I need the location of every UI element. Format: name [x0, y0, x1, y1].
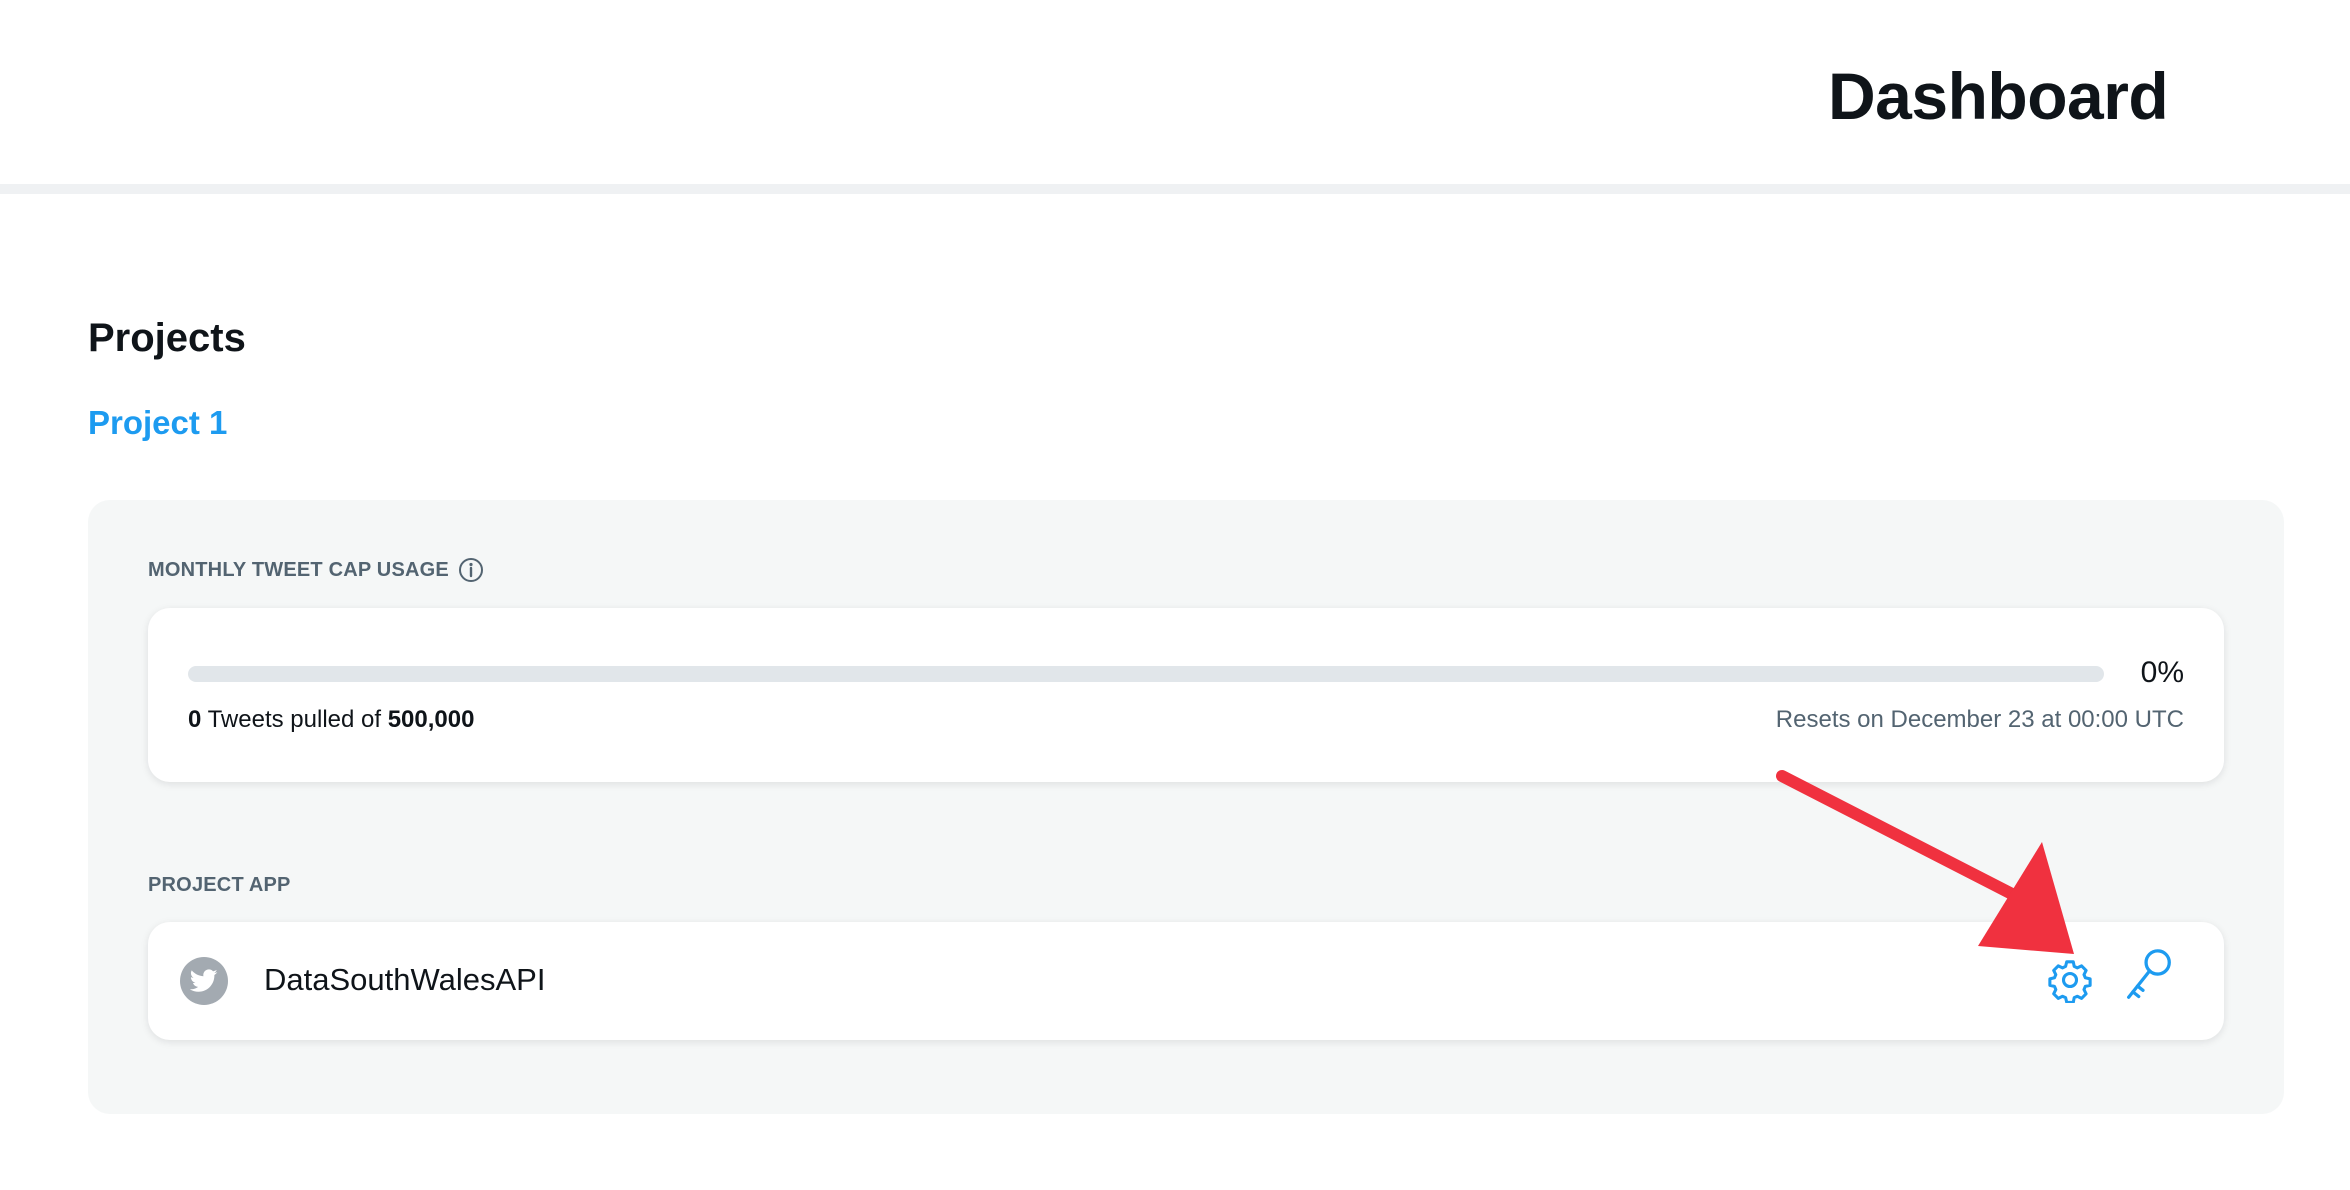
usage-progress-bar [188, 666, 2104, 682]
usage-percent: 0% [2140, 656, 2184, 689]
app-name[interactable]: DataSouthWalesAPI [264, 962, 545, 998]
gear-icon [2048, 960, 2092, 1003]
usage-section-label: MONTHLY TWEET CAP USAGE [148, 556, 485, 584]
usage-reset-text: Resets on December 23 at 00:00 UTC [1775, 706, 2184, 733]
page-title: Dashboard [1828, 59, 2169, 133]
project-link[interactable]: Project 1 [88, 404, 227, 442]
project-app-card[interactable]: DataSouthWalesAPI [148, 922, 2224, 1040]
header-bar: Dashboard [0, 0, 2350, 194]
usage-label-text: MONTHLY TWEET CAP USAGE [148, 558, 449, 581]
projects-heading: Projects [88, 316, 246, 360]
usage-card: 0% 0 Tweets pulled of 500,000 Resets on … [148, 608, 2224, 782]
app-settings-button[interactable] [2044, 954, 2096, 1006]
tweets-pulled-count: 0 [188, 706, 202, 733]
usage-summary: 0 Tweets pulled of 500,000 [188, 706, 474, 734]
key-icon [2127, 949, 2171, 999]
project-app-label: PROJECT APP [148, 874, 291, 897]
info-icon[interactable] [457, 556, 485, 584]
tweets-pulled-text: Tweets pulled of [207, 706, 382, 733]
twitter-bird-icon [180, 957, 228, 1005]
app-keys-button[interactable] [2122, 949, 2174, 1002]
tweet-cap-value: 500,000 [387, 706, 475, 733]
project-app-label-text: PROJECT APP [148, 874, 291, 896]
